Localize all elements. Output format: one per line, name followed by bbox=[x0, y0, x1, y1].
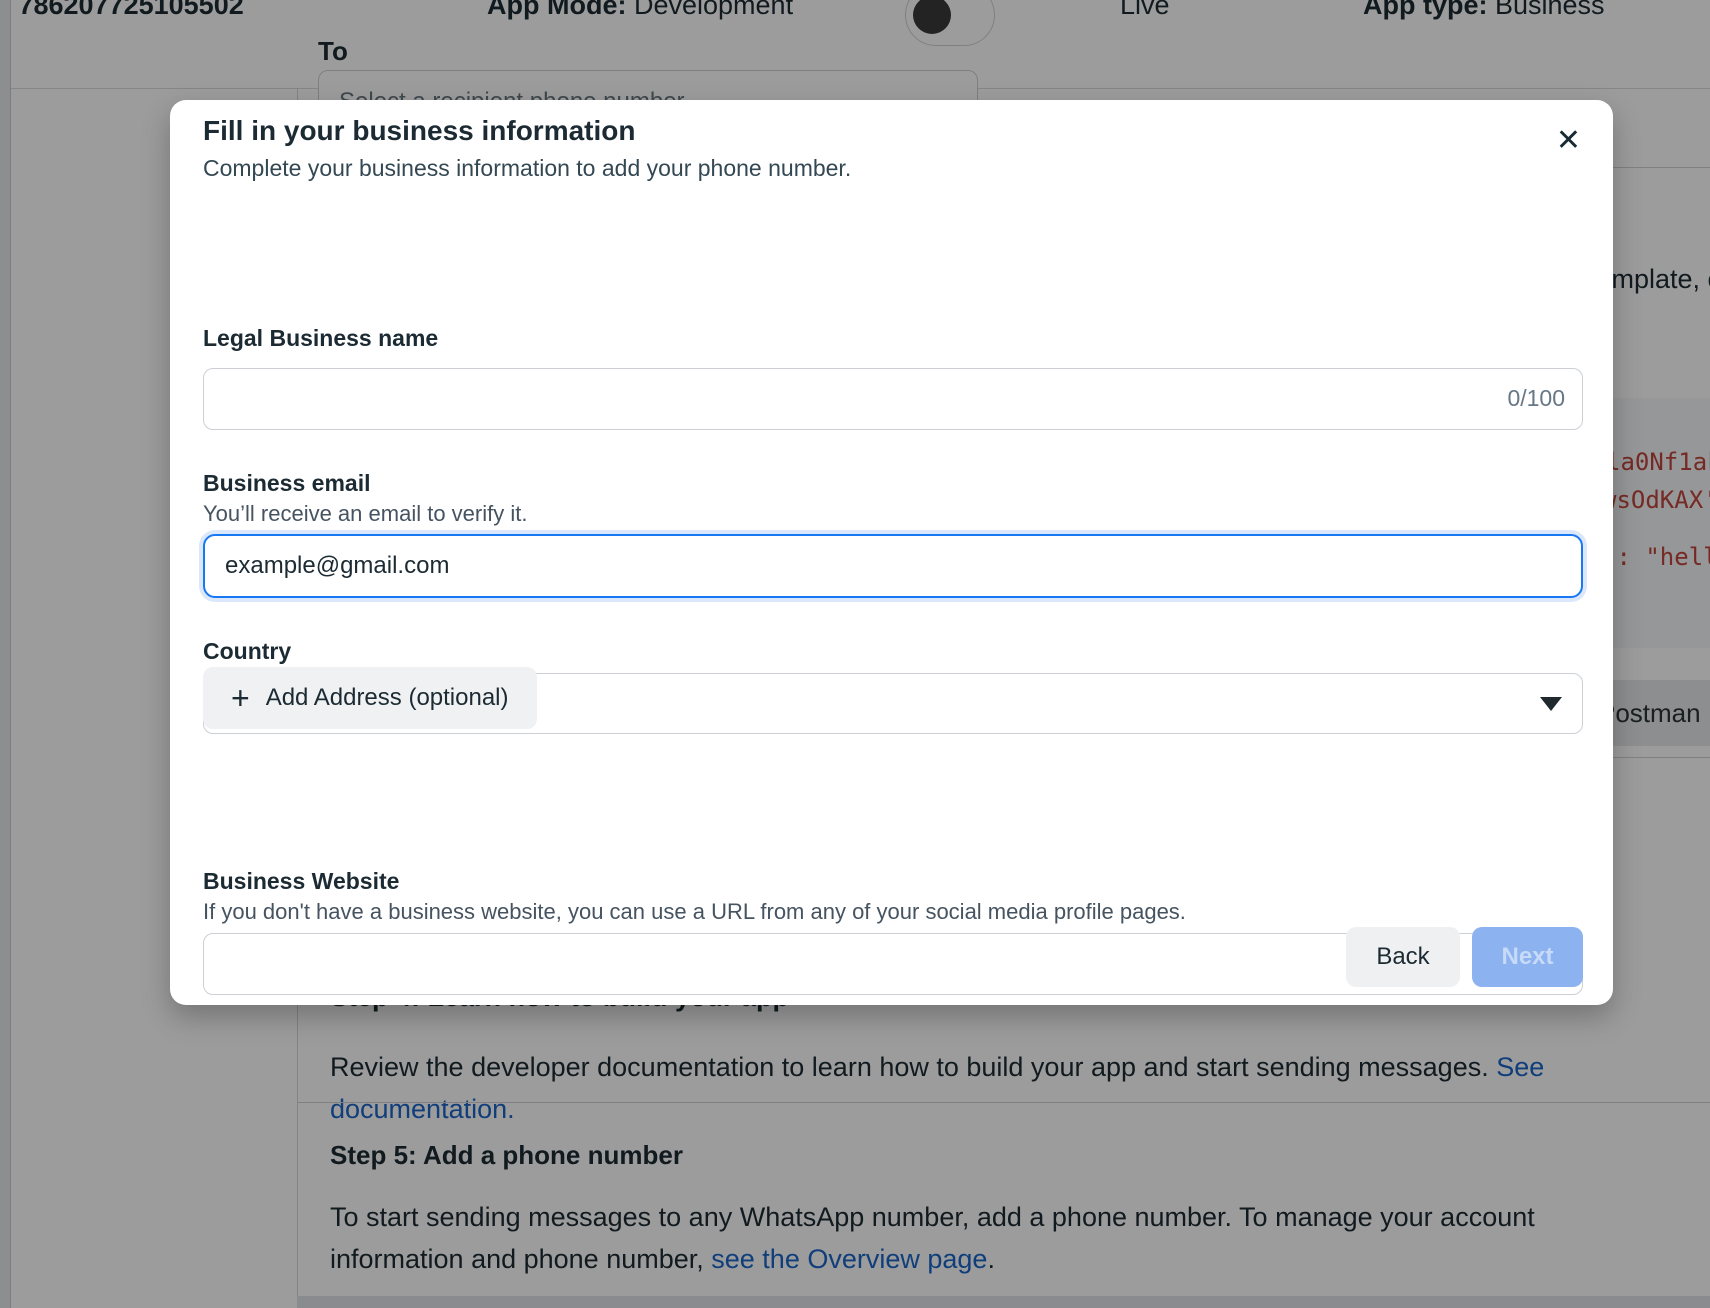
close-icon[interactable]: ✕ bbox=[1550, 120, 1587, 162]
legal-name-input[interactable] bbox=[203, 368, 1583, 430]
add-address-label: Add Address (optional) bbox=[266, 684, 509, 712]
char-counter: 0/100 bbox=[1507, 385, 1565, 412]
add-address-button[interactable]: + Add Address (optional) bbox=[203, 667, 537, 729]
legal-name-field-wrap: 0/100 bbox=[203, 368, 1583, 430]
modal-title: Fill in your business information bbox=[203, 115, 635, 147]
email-field-wrap bbox=[203, 534, 1583, 598]
chevron-down-icon bbox=[1540, 697, 1562, 711]
back-button[interactable]: Back bbox=[1346, 927, 1460, 987]
next-button[interactable]: Next bbox=[1472, 927, 1583, 987]
email-label: Business email bbox=[203, 470, 370, 497]
modal-subtitle: Complete your business information to ad… bbox=[203, 155, 851, 182]
email-helper: You’ll receive an email to verify it. bbox=[203, 501, 527, 527]
country-label: Country bbox=[203, 638, 291, 665]
business-info-modal: Fill in your business information Comple… bbox=[170, 100, 1613, 1005]
website-helper: If you don't have a business website, yo… bbox=[203, 899, 1186, 925]
plus-icon: + bbox=[231, 682, 250, 714]
email-input[interactable] bbox=[203, 534, 1583, 598]
website-label: Business Website bbox=[203, 868, 399, 895]
